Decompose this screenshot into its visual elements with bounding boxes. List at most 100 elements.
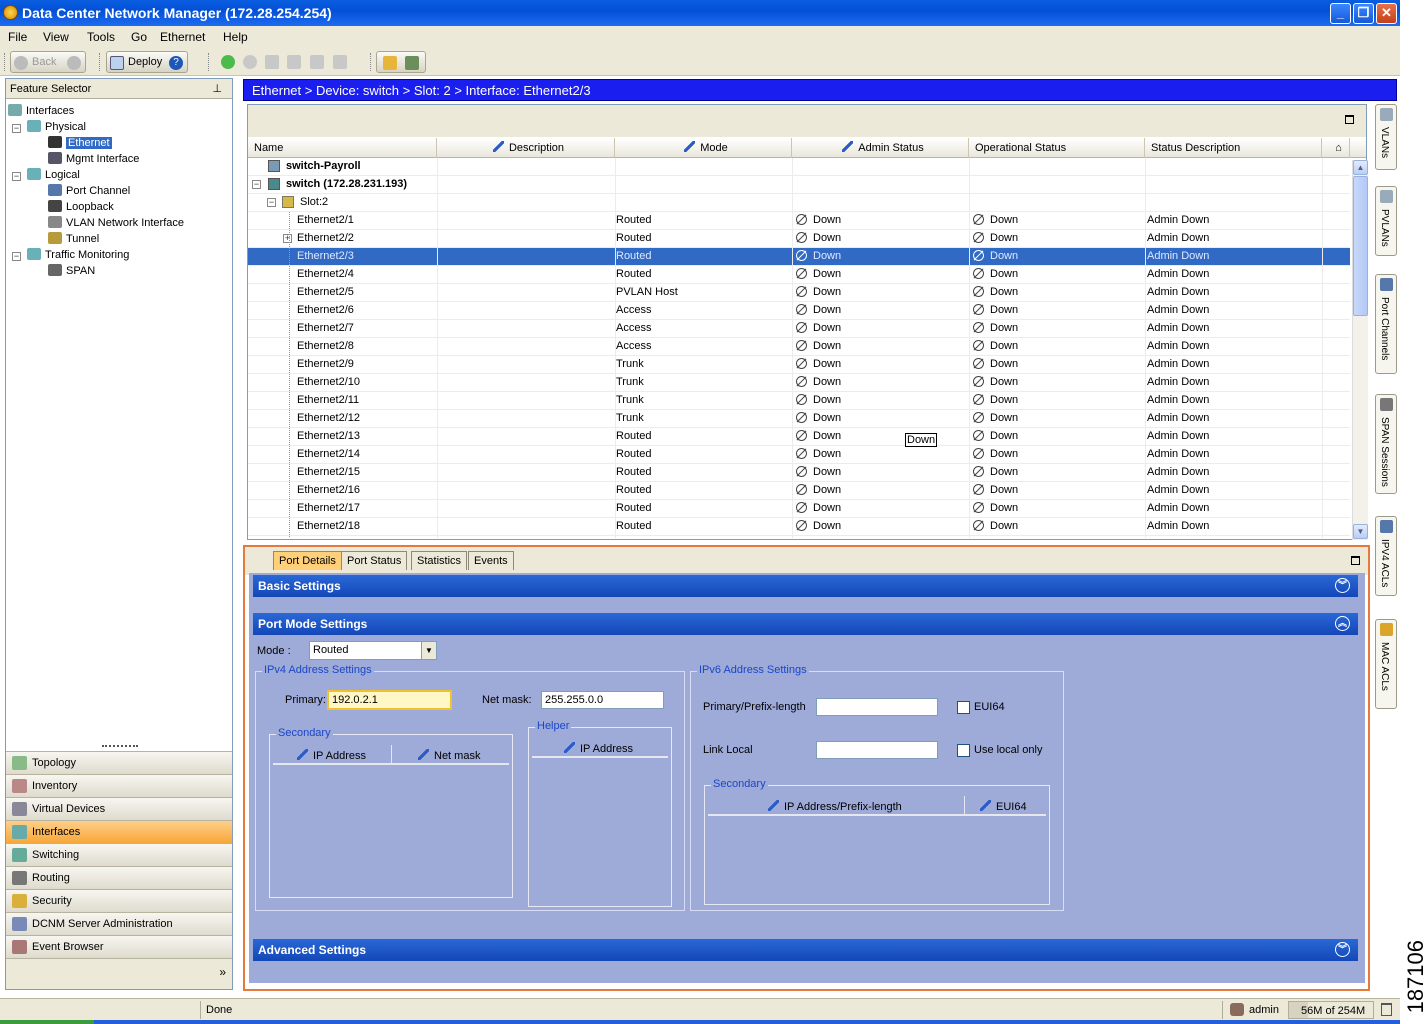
side-tab-span-sessions[interactable]: SPAN Sessions xyxy=(1375,394,1397,494)
delete-icon[interactable] xyxy=(265,55,279,69)
col-name[interactable]: Name xyxy=(248,138,437,158)
collapse-icon[interactable]: − xyxy=(267,198,276,207)
col-status-description[interactable]: Status Description xyxy=(1145,138,1322,158)
tree-item-ethernet[interactable]: Ethernet xyxy=(48,136,112,150)
start-icon[interactable] xyxy=(221,55,235,69)
nav-security[interactable]: Security xyxy=(6,889,232,912)
tab-port-details[interactable]: Port Details xyxy=(273,551,342,570)
table-row[interactable]: Ethernet2/15 Routed Down Down Admin Down xyxy=(248,464,1350,482)
nav-event-browser[interactable]: Event Browser xyxy=(6,935,232,958)
mode-select[interactable]: Routed ▼ xyxy=(309,641,437,660)
refresh-icon[interactable] xyxy=(383,56,397,70)
table-row[interactable]: Ethernet2/13 Routed Down Down Admin Down xyxy=(248,428,1350,446)
table-row[interactable]: Ethernet2/11 Trunk Down Down Admin Down xyxy=(248,392,1350,410)
chevron-right-icon[interactable]: » xyxy=(219,965,226,979)
menu-help[interactable]: Help xyxy=(223,30,248,44)
table-row[interactable]: Ethernet2/6 Access Down Down Admin Down xyxy=(248,302,1350,320)
find-icon[interactable] xyxy=(405,56,419,70)
tab-statistics[interactable]: Statistics xyxy=(411,551,468,570)
table-row[interactable]: Ethernet2/17 Routed Down Down Admin Down xyxy=(248,500,1350,518)
table-row[interactable]: Ethernet2/8 Access Down Down Admin Down xyxy=(248,338,1350,356)
table-row[interactable]: Ethernet2/14 Routed Down Down Admin Down xyxy=(248,446,1350,464)
col-admin-status[interactable]: Admin Status xyxy=(792,138,969,158)
side-tab-pvlans[interactable]: PVLANs xyxy=(1375,186,1397,256)
col-ip-prefix[interactable]: IP Address/Prefix-length xyxy=(768,800,902,813)
close-button[interactable]: ✕ xyxy=(1376,3,1397,24)
tree-item-traffic-monitoring[interactable]: Traffic Monitoring xyxy=(27,248,129,262)
back-button[interactable]: Back xyxy=(10,51,86,73)
col-description[interactable]: Description xyxy=(437,138,615,158)
ipv6-primary-input[interactable] xyxy=(816,698,938,716)
maximize-icon[interactable] xyxy=(1351,556,1360,565)
tree-item-physical[interactable]: Physical xyxy=(27,120,86,134)
nav-interfaces[interactable]: Interfaces xyxy=(6,820,232,843)
collapse-icon[interactable]: − xyxy=(12,172,21,181)
table-row-group[interactable]: − switch (172.28.231.193) xyxy=(248,176,1350,194)
nav-dcnm-server-administration[interactable]: DCNM Server Administration xyxy=(6,912,232,935)
maximize-icon[interactable] xyxy=(1345,115,1354,124)
column-chooser-icon[interactable]: ⌂ xyxy=(1322,138,1350,158)
table-scrollbar[interactable]: ▲ ▼ xyxy=(1352,160,1368,540)
collapse-icon[interactable]: − xyxy=(12,124,21,133)
tree-item-tunnel[interactable]: Tunnel xyxy=(48,232,99,246)
table-row[interactable]: Ethernet2/7 Access Down Down Admin Down xyxy=(248,320,1350,338)
tree-item-mgmt-interface[interactable]: Mgmt Interface xyxy=(48,152,139,166)
expand-icon[interactable]: ︾ xyxy=(1335,578,1350,593)
stop-icon[interactable] xyxy=(243,55,257,69)
nav-inventory[interactable]: Inventory xyxy=(6,774,232,797)
nav-switching[interactable]: Switching xyxy=(6,843,232,866)
minimize-button[interactable]: _ xyxy=(1330,3,1351,24)
col-net-mask[interactable]: Net mask xyxy=(418,749,480,762)
eui64-checkbox[interactable] xyxy=(957,701,970,714)
side-tab-ipv4-acls[interactable]: IPV4 ACLs xyxy=(1375,516,1397,596)
tree-item-port-channel[interactable]: Port Channel xyxy=(48,184,130,198)
nav-topology[interactable]: Topology xyxy=(6,751,232,774)
pin-icon[interactable]: ⊥ xyxy=(212,82,222,95)
col-eui64[interactable]: EUI64 xyxy=(980,800,1027,813)
table-row[interactable]: Ethernet2/12 Trunk Down Down Admin Down xyxy=(248,410,1350,428)
menu-view[interactable]: View xyxy=(43,30,69,44)
table-row[interactable]: Ethernet2/1 Routed Down Down Admin Down xyxy=(248,212,1350,230)
section-port-mode-settings[interactable]: Port Mode Settings ︽ xyxy=(253,613,1358,635)
scroll-down-icon[interactable]: ▼ xyxy=(1353,524,1368,539)
chevron-down-icon[interactable]: ▼ xyxy=(421,642,436,659)
check-icon[interactable] xyxy=(333,55,347,69)
table-row-slot[interactable]: − Slot:2 xyxy=(248,194,1350,212)
use-local-only-checkbox[interactable] xyxy=(957,744,970,757)
tab-port-status[interactable]: Port Status xyxy=(341,551,408,570)
nav-virtual-devices[interactable]: Virtual Devices xyxy=(6,797,232,820)
edit-icon[interactable] xyxy=(287,55,301,69)
info-icon[interactable] xyxy=(310,55,324,69)
deploy-button[interactable]: Deploy ? xyxy=(106,51,188,73)
tab-events[interactable]: Events xyxy=(468,551,514,570)
collapse-icon[interactable]: ︽ xyxy=(1335,616,1350,631)
table-row[interactable]: Ethernet2/4 Routed Down Down Admin Down xyxy=(248,266,1350,284)
scroll-thumb[interactable] xyxy=(1353,176,1368,316)
table-row[interactable]: Ethernet2/16 Routed Down Down Admin Down xyxy=(248,482,1350,500)
netmask-input[interactable]: 255.255.0.0 xyxy=(541,691,664,709)
scroll-up-icon[interactable]: ▲ xyxy=(1353,160,1368,175)
section-advanced-settings[interactable]: Advanced Settings ︾ xyxy=(253,939,1358,961)
expand-icon[interactable]: + xyxy=(283,234,292,243)
primary-ip-input[interactable]: 192.0.2.1 xyxy=(327,690,452,710)
tree-item-loopback[interactable]: Loopback xyxy=(48,200,114,214)
help-icon[interactable]: ? xyxy=(169,56,183,70)
table-row[interactable]: Ethernet2/3 Routed Down Down Admin Down xyxy=(248,248,1350,266)
side-tab-mac-acls[interactable]: MAC ACLs xyxy=(1375,619,1397,709)
section-basic-settings[interactable]: Basic Settings ︾ xyxy=(253,575,1358,597)
table-row-group[interactable]: switch-Payroll xyxy=(248,158,1350,176)
col-operational-status[interactable]: Operational Status xyxy=(969,138,1145,158)
col-mode[interactable]: Mode xyxy=(615,138,792,158)
tree-item-logical[interactable]: Logical xyxy=(27,168,80,182)
table-row[interactable]: Ethernet2/9 Trunk Down Down Admin Down xyxy=(248,356,1350,374)
menu-go[interactable]: Go xyxy=(131,30,147,44)
link-local-input[interactable] xyxy=(816,741,938,759)
tree-item-interfaces[interactable]: Interfaces xyxy=(8,104,74,118)
menu-ethernet[interactable]: Ethernet xyxy=(160,30,205,44)
collapse-icon[interactable]: − xyxy=(252,180,261,189)
splitter-handle[interactable] xyxy=(102,745,138,749)
col-ip-address[interactable]: IP Address xyxy=(564,742,633,755)
menu-file[interactable]: File xyxy=(8,30,27,44)
table-row[interactable]: Ethernet2/10 Trunk Down Down Admin Down xyxy=(248,374,1350,392)
side-tab-port-channels[interactable]: Port Channels xyxy=(1375,274,1397,374)
